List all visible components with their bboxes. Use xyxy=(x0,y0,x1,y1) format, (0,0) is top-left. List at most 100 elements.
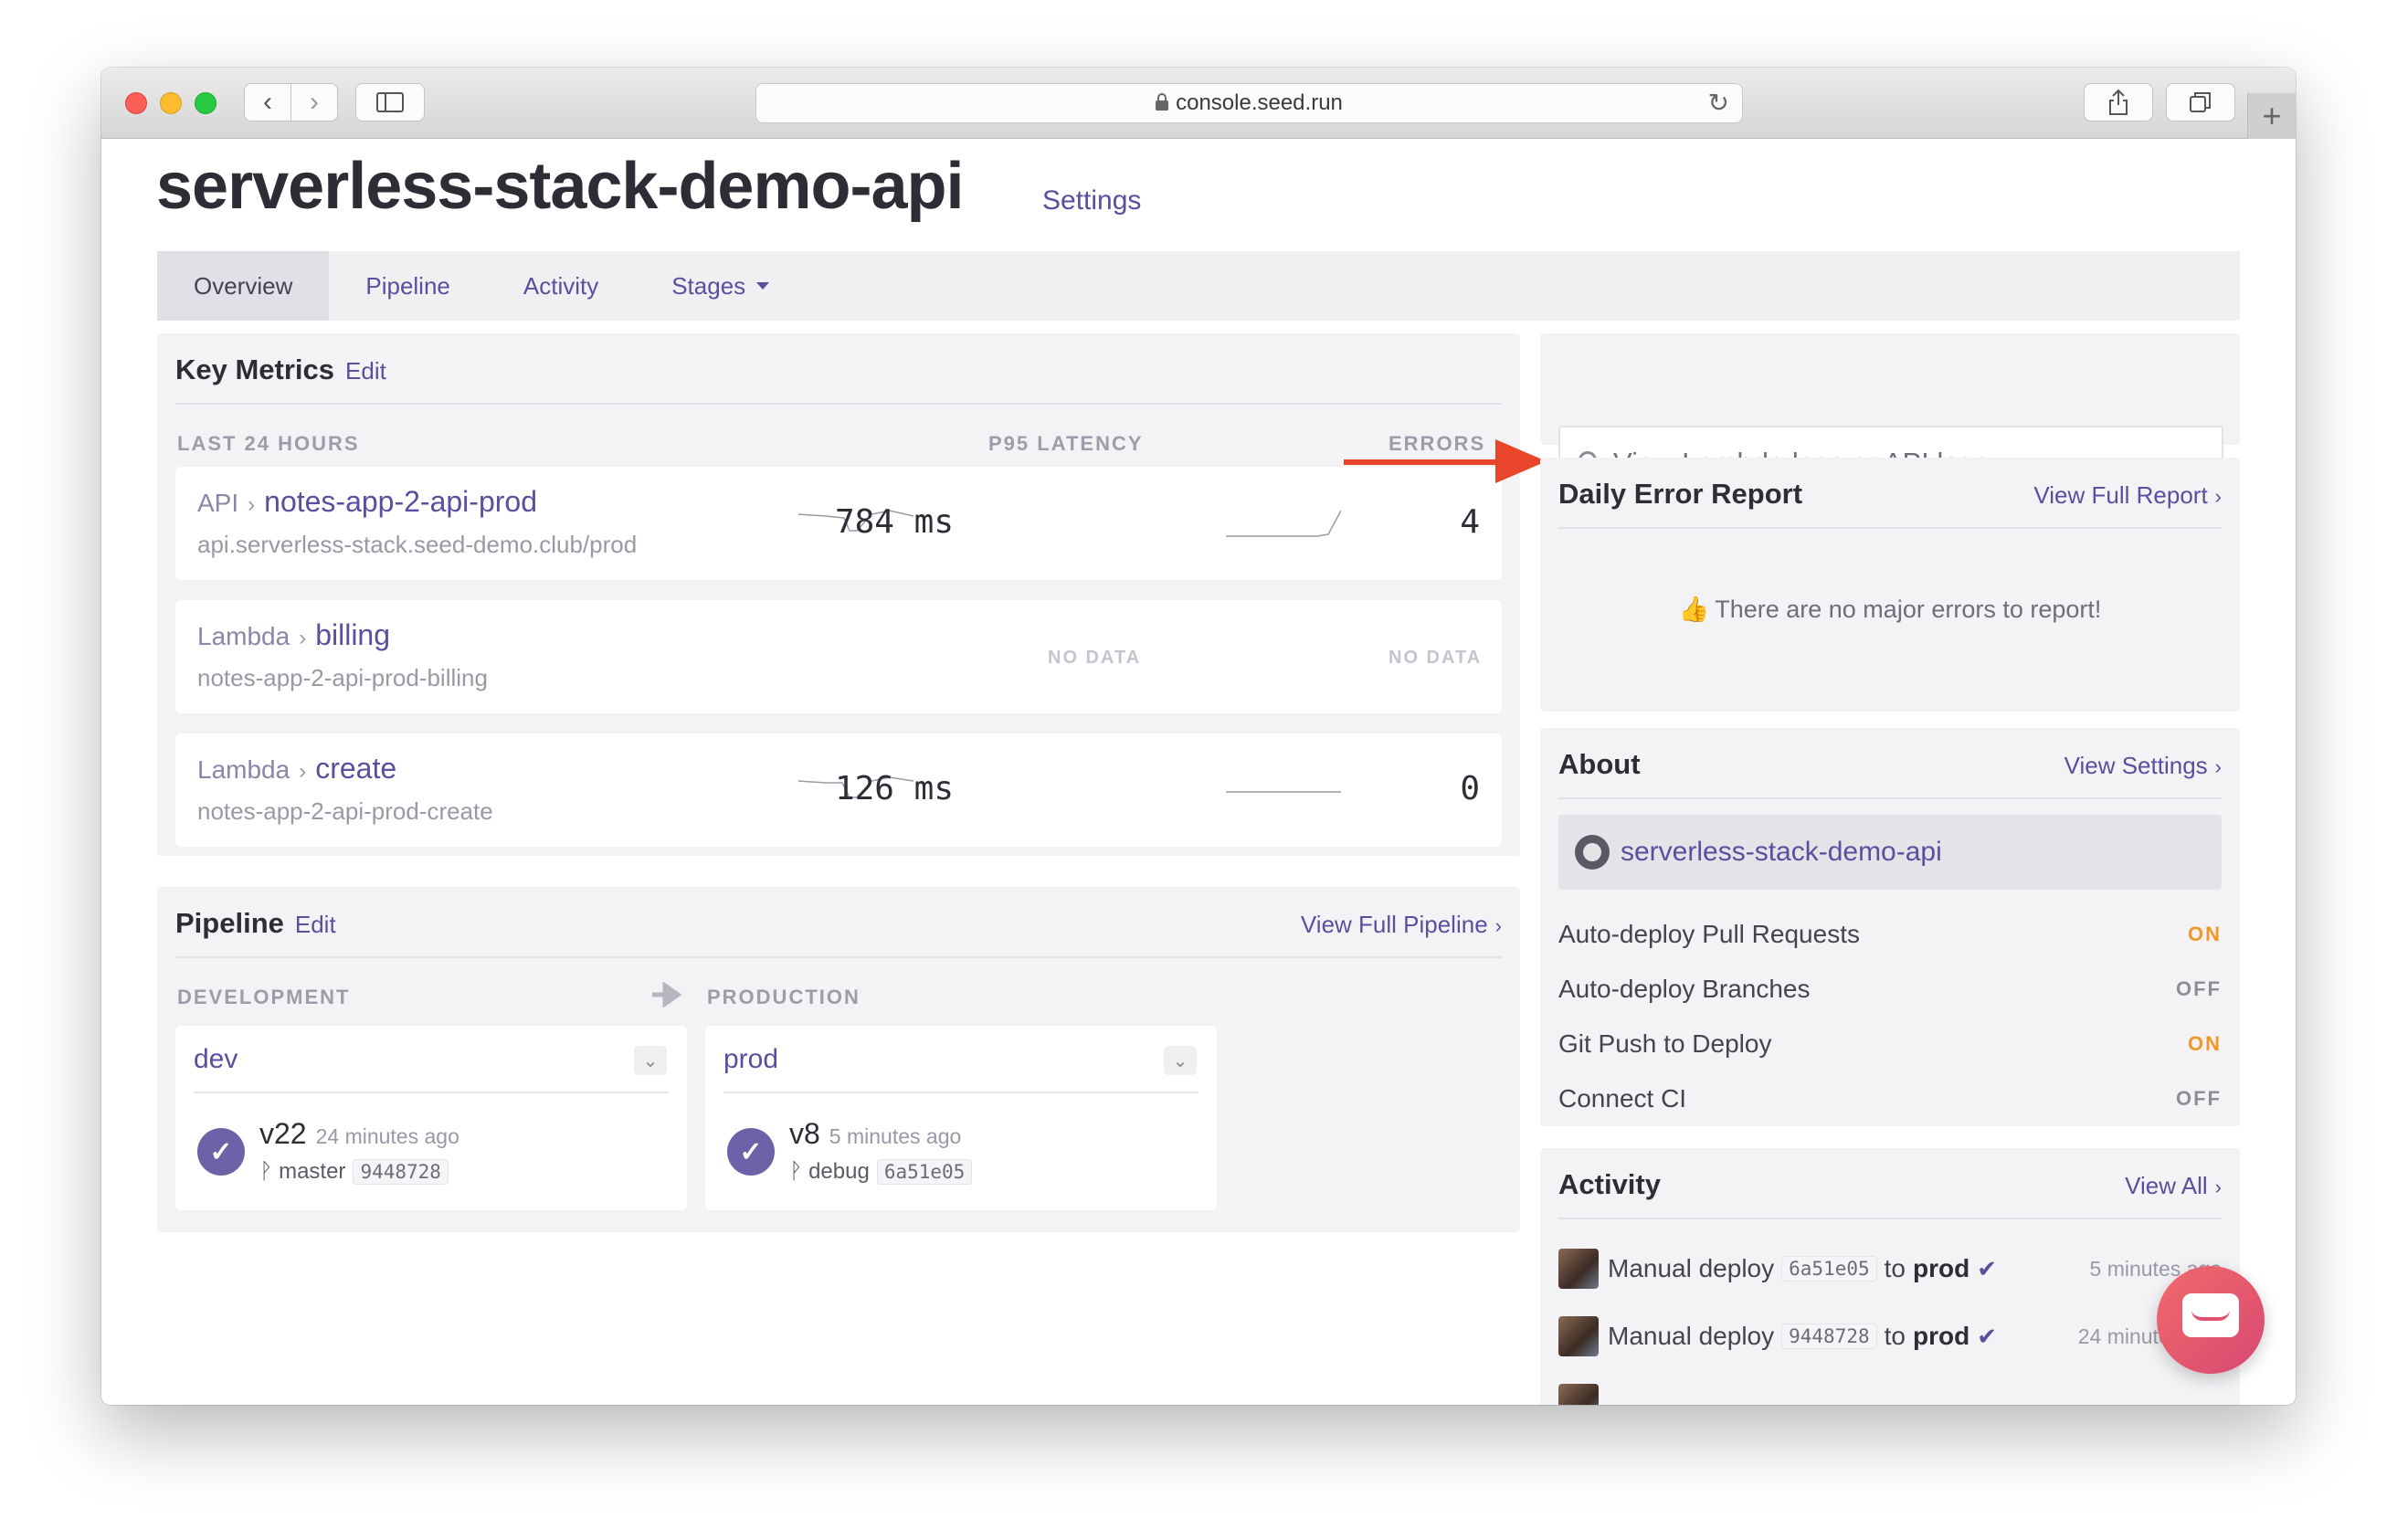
address-bar[interactable]: console.seed.run ↻ xyxy=(755,83,1743,123)
errors-sparkline xyxy=(1226,791,1341,793)
metric-subtitle: notes-app-2-api-prod-create xyxy=(197,797,493,825)
commit-sha[interactable]: 6a51e05 xyxy=(1781,1256,1877,1282)
activity-stage[interactable]: prod xyxy=(1913,1254,1969,1283)
browser-toolbar: ‹ › console.seed.run ↻ + xyxy=(101,68,2296,139)
col-errors-label: ERRORS xyxy=(1389,432,1486,455)
activity-item[interactable]: Manual deploy 6a51e05 to prod ✔ 5 minute… xyxy=(1558,1243,2222,1294)
repo-link[interactable]: serverless-stack-demo-api xyxy=(1558,815,2222,890)
pipeline-title: Pipeline Edit xyxy=(175,907,336,940)
check-circle-icon: ✓ xyxy=(727,1128,775,1176)
metric-name[interactable]: create xyxy=(315,752,396,785)
metric-resource: Lambda › create xyxy=(197,752,396,786)
commit-sha[interactable]: 9448728 xyxy=(1781,1324,1877,1349)
metric-latency: 126 ms xyxy=(834,770,954,807)
tab-pipeline[interactable]: Pipeline xyxy=(329,251,487,321)
branch-icon: ᚹ xyxy=(259,1159,273,1184)
setting-row: Git Push to Deploy ON xyxy=(1558,1017,2222,1071)
annotation-arrow-line xyxy=(1344,459,1499,465)
view-all-activity-link[interactable]: View All › xyxy=(2125,1172,2222,1200)
metric-name[interactable]: billing xyxy=(315,618,390,651)
pipeline-header: Pipeline Edit View Full Pipeline › xyxy=(175,887,1502,958)
check-circle-icon: ✓ xyxy=(197,1128,245,1176)
activity-stage[interactable]: prod xyxy=(1913,1322,1969,1351)
metric-subtitle: notes-app-2-api-prod-billing xyxy=(197,664,488,691)
chat-widget-button[interactable] xyxy=(2157,1266,2265,1374)
key-metrics-edit-link[interactable]: Edit xyxy=(345,357,386,385)
tab-overview[interactable]: Overview xyxy=(157,251,330,321)
view-settings-text: View Settings xyxy=(2064,752,2208,779)
metric-row[interactable]: Lambda › billing notes-app-2-api-prod-bill… xyxy=(175,600,1502,713)
branch-name: master xyxy=(279,1159,346,1184)
view-full-pipeline-text: View Full Pipeline xyxy=(1300,911,1488,938)
chevron-down-icon[interactable]: ⌄ xyxy=(1164,1046,1197,1075)
chevron-down-icon[interactable]: ⌄ xyxy=(634,1046,667,1075)
metric-errors-nodata: NO DATA xyxy=(1389,648,1483,668)
about-title: About xyxy=(1558,748,1641,780)
forward-button[interactable]: › xyxy=(290,83,338,121)
settings-link[interactable]: Settings xyxy=(1042,185,1141,216)
metric-row[interactable]: API › notes-app-2-api-prod api.serverless-… xyxy=(175,467,1502,580)
metric-resource: API › notes-app-2-api-prod xyxy=(197,485,537,519)
setting-value: ON xyxy=(2188,923,2222,945)
activity-action: Manual deploy xyxy=(1608,1322,1775,1350)
branch-icon: ᚹ xyxy=(789,1159,803,1184)
view-settings-link[interactable]: View Settings › xyxy=(2064,752,2222,780)
chat-icon xyxy=(2182,1293,2239,1337)
activity-title: Activity xyxy=(1558,1168,1661,1200)
tabs-icon xyxy=(2190,92,2211,112)
key-metrics-title: Key Metrics Edit xyxy=(175,353,386,386)
page-title: serverless-stack-demo-api xyxy=(156,150,964,223)
metric-latency-nodata: NO DATA xyxy=(1048,648,1142,668)
metric-errors: 4 xyxy=(1460,503,1480,541)
stage-name[interactable]: dev xyxy=(194,1044,238,1075)
chevron-right-icon: › xyxy=(310,87,319,117)
tab-stages[interactable]: Stages xyxy=(635,251,806,321)
metric-subtitle: api.serverless-stack.seed-demo.club/prod xyxy=(197,531,638,558)
setting-value: ON xyxy=(2188,1032,2222,1055)
build-version[interactable]: v22 24 minutes ago xyxy=(259,1117,459,1151)
activity-item[interactable]: Manual deploy 9448728 to prod ✔ 24 minut… xyxy=(1558,1311,2222,1362)
tab-stages-label: Stages xyxy=(671,271,746,300)
thumbs-up-icon: 👍 xyxy=(1678,596,1710,623)
build-time: 24 minutes ago xyxy=(315,1124,459,1148)
view-full-report-text: View Full Report xyxy=(2033,481,2208,509)
plus-icon: + xyxy=(2262,97,2282,134)
divider xyxy=(194,1092,669,1093)
stage-label-development: DEVELOPMENT xyxy=(177,986,351,1008)
browser-window: ‹ › console.seed.run ↻ + serverless-stac… xyxy=(101,68,2296,1405)
setting-label: Connect CI xyxy=(1558,1084,1687,1113)
activity-to: to xyxy=(1884,1254,1906,1282)
stage-name[interactable]: prod xyxy=(723,1044,778,1075)
setting-value: OFF xyxy=(2176,1087,2222,1110)
pipeline-edit-link[interactable]: Edit xyxy=(295,911,336,938)
minimize-window-button[interactable] xyxy=(160,92,182,114)
metric-row[interactable]: Lambda › create notes-app-2-api-prod-creat… xyxy=(175,733,1502,847)
view-full-report-link[interactable]: View Full Report › xyxy=(2033,481,2222,510)
tab-overview-button[interactable] xyxy=(2166,83,2235,121)
stage-card-prod[interactable]: prod ⌄ ✓ v8 5 minutes ago ᚹ debug 6a51e05 xyxy=(705,1026,1217,1210)
chevron-right-icon: › xyxy=(2214,755,2222,778)
build-version-text: v8 xyxy=(789,1117,820,1150)
activity-item[interactable] xyxy=(1558,1378,2222,1405)
commit-sha[interactable]: 6a51e05 xyxy=(876,1159,973,1185)
tab-activity[interactable]: Activity xyxy=(487,251,635,321)
build-version[interactable]: v8 5 minutes ago xyxy=(789,1117,961,1151)
close-window-button[interactable] xyxy=(125,92,147,114)
commit-sha[interactable]: 9448728 xyxy=(353,1159,449,1185)
reload-icon[interactable]: ↻ xyxy=(1708,88,1729,118)
back-button[interactable]: ‹ xyxy=(244,83,291,121)
metric-type: Lambda xyxy=(197,755,290,784)
sidebar-toggle-button[interactable] xyxy=(355,83,425,121)
metric-name[interactable]: notes-app-2-api-prod xyxy=(264,485,537,518)
zoom-window-button[interactable] xyxy=(195,92,216,114)
view-full-pipeline-link[interactable]: View Full Pipeline › xyxy=(1301,911,1502,939)
share-icon xyxy=(2109,89,2128,115)
stage-card-dev[interactable]: dev ⌄ ✓ v22 24 minutes ago ᚹ master 944872… xyxy=(175,1026,687,1210)
share-button[interactable] xyxy=(2084,83,2153,121)
key-metrics-header: Key Metrics Edit xyxy=(175,333,1502,405)
github-icon xyxy=(1575,835,1610,870)
avatar xyxy=(1558,1384,1599,1405)
metric-errors: 0 xyxy=(1460,770,1480,807)
error-report-title: Daily Error Report xyxy=(1558,478,1803,510)
new-tab-button[interactable]: + xyxy=(2247,93,2296,139)
